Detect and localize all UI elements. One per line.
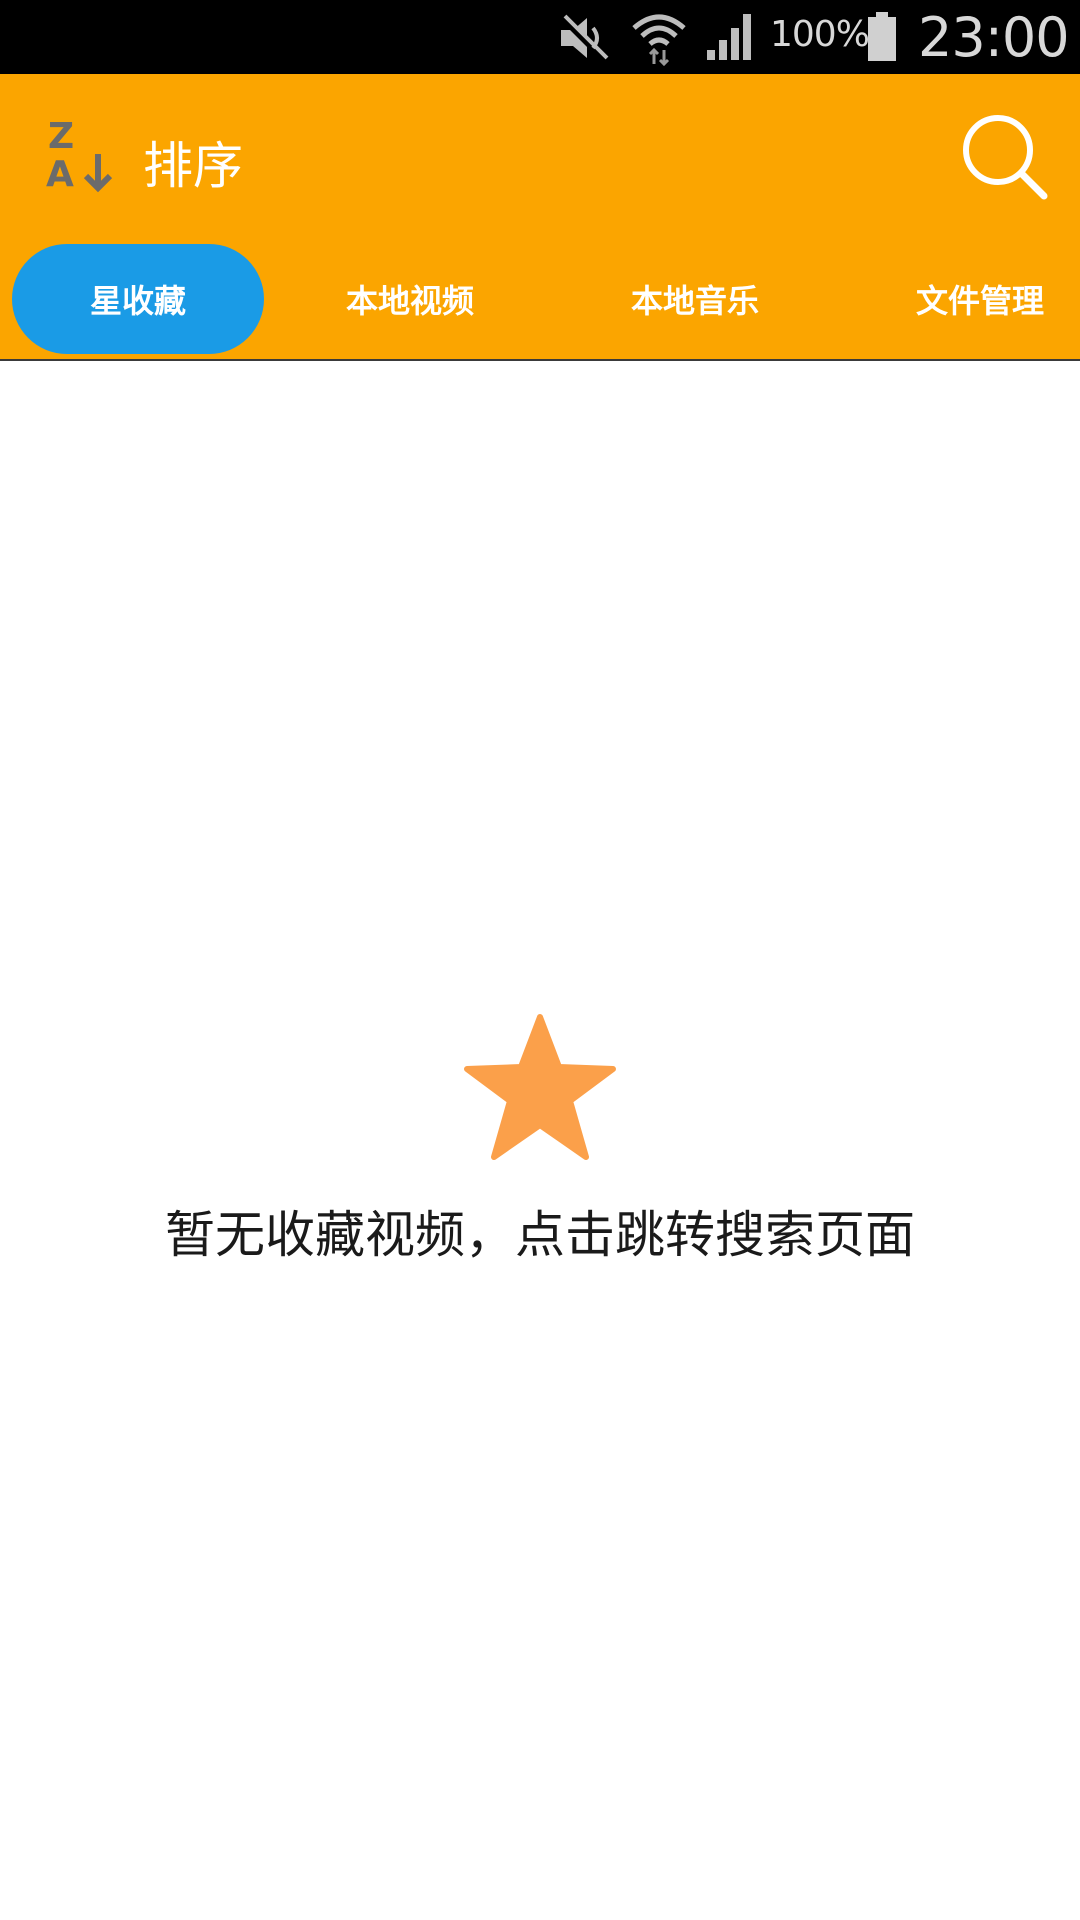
sort-za-icon[interactable]: Z A <box>44 114 124 198</box>
star-icon[interactable] <box>462 1013 618 1163</box>
empty-state-message[interactable]: 暂无收藏视频，点击跳转搜索页面 <box>0 1195 1080 1267</box>
clock: 23:00 <box>918 6 1070 69</box>
wifi-icon <box>632 14 686 66</box>
search-icon[interactable] <box>960 112 1050 202</box>
svg-text:Z: Z <box>48 116 74 157</box>
sort-label[interactable]: 排序 <box>143 126 243 198</box>
app-bar: Z A 排序 星收藏 本地视频 本地音乐 文件管理 <box>0 74 1080 361</box>
tab-star-favorites[interactable]: 星收藏 <box>12 244 264 354</box>
app-screen: 100% 23:00 Z A 排序 星收藏 本地视频 本地音乐 文件管理 暂无收… <box>0 0 1080 1920</box>
mute-icon <box>560 14 609 63</box>
tab-local-music[interactable]: 本地音乐 <box>585 244 805 354</box>
tab-local-videos[interactable]: 本地视频 <box>300 244 520 354</box>
battery-icon <box>868 12 896 61</box>
battery-percentage: 100% <box>770 14 870 55</box>
status-bar: 100% 23:00 <box>0 0 1080 74</box>
tab-bar: 星收藏 本地视频 本地音乐 文件管理 <box>0 244 1080 354</box>
signal-icon <box>707 14 751 60</box>
svg-text:A: A <box>46 154 74 195</box>
tab-file-manager[interactable]: 文件管理 <box>870 244 1080 354</box>
